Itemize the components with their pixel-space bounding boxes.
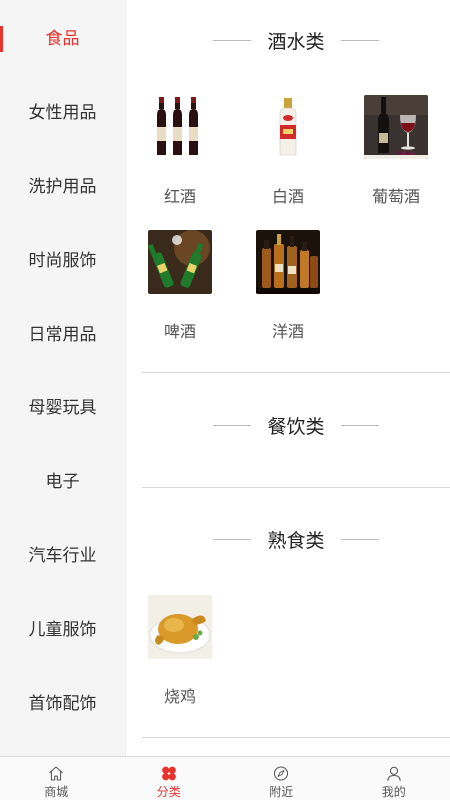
sidebar-item-women[interactable]: 女性用品 (0, 74, 125, 148)
tab-category[interactable]: 分类 (113, 757, 226, 800)
tab-mine[interactable]: 我的 (338, 757, 450, 800)
section-header-drinks: 酒水类 (142, 25, 450, 55)
tab-label: 附近 (269, 785, 294, 799)
product-baijiu[interactable]: 白酒 (238, 95, 338, 207)
sidebar-item-baby-toys[interactable]: 母婴玩具 (0, 369, 125, 443)
bottom-tab-bar: 商城 分类 附近 我的 (0, 756, 450, 800)
sidebar-item-label: 日常用品 (28, 324, 97, 345)
section-divider (142, 487, 450, 488)
sidebar-item-label: 儿童服饰 (28, 619, 97, 640)
divider-line (340, 538, 379, 540)
product-name: 红酒 (163, 187, 196, 206)
section-title: 熟食类 (267, 529, 325, 552)
sidebar-item-auto[interactable]: 汽车行业 (0, 517, 125, 591)
product-name: 啤酒 (163, 322, 196, 341)
tab-nearby[interactable]: 附近 (225, 757, 338, 800)
sidebar-item-kids-clothing[interactable]: 儿童服饰 (0, 590, 125, 664)
tab-label: 我的 (381, 785, 406, 799)
product-roast-chicken[interactable]: 烧鸡 (130, 595, 230, 707)
baijiu-image (256, 95, 320, 159)
sidebar-item-label: 首饰配饰 (28, 693, 97, 714)
category-sidebar: 食品 女性用品 洗护用品 时尚服饰 日常用品 母婴玩具 电子 汽车行业 儿童服饰… (0, 0, 126, 756)
divider-line (213, 424, 252, 426)
sidebar-item-label: 时尚服饰 (28, 250, 97, 271)
tab-label: 分类 (156, 785, 181, 799)
section-header-dining: 餐饮类 (142, 410, 450, 440)
divider-line (340, 424, 379, 426)
sidebar-item-label: 女性用品 (28, 103, 97, 124)
product-name: 烧鸡 (163, 687, 196, 706)
sidebar-item-label: 电子 (45, 472, 80, 493)
section-title: 餐饮类 (267, 415, 325, 438)
red-wine-image (148, 95, 212, 159)
sidebar-item-label: 汽车行业 (28, 545, 97, 566)
grape-wine-image (364, 95, 428, 159)
product-name: 洋酒 (271, 322, 304, 341)
sidebar-item-fashion[interactable]: 时尚服饰 (0, 221, 125, 295)
category-icon (161, 766, 176, 781)
product-red-wine[interactable]: 红酒 (130, 95, 230, 207)
divider-line (213, 538, 252, 540)
beer-image (148, 230, 212, 294)
sidebar-item-toiletries[interactable]: 洗护用品 (0, 148, 125, 222)
section-header-cooked-food: 熟食类 (142, 524, 450, 554)
category-content: 酒水类 红酒 白酒 葡萄酒 啤酒 洋酒 餐饮类 熟食类 烧鸡 (126, 0, 450, 756)
tab-mall[interactable]: 商城 (0, 757, 113, 800)
sidebar-item-label: 母婴玩具 (28, 398, 97, 419)
sidebar-item-jewelry[interactable]: 首饰配饰 (0, 664, 125, 738)
sidebar-item-food[interactable]: 食品 (0, 0, 125, 74)
product-name: 白酒 (271, 187, 304, 206)
compass-icon (274, 766, 289, 781)
user-icon (387, 766, 401, 781)
divider-line (213, 39, 252, 41)
sidebar-item-label: 洗护用品 (28, 176, 97, 197)
product-grape-wine[interactable]: 葡萄酒 (346, 95, 446, 207)
section-divider (142, 737, 450, 738)
section-divider (142, 372, 450, 373)
product-foreign-liquor[interactable]: 洋酒 (238, 230, 338, 342)
section-title: 酒水类 (267, 30, 325, 53)
home-icon (49, 766, 64, 781)
app: 食品 女性用品 洗护用品 时尚服饰 日常用品 母婴玩具 电子 汽车行业 儿童服饰… (0, 0, 450, 800)
product-name: 葡萄酒 (371, 187, 420, 206)
foreign-liquor-image (256, 230, 320, 294)
sidebar-item-daily[interactable]: 日常用品 (0, 295, 125, 369)
tab-label: 商城 (44, 785, 69, 799)
product-beer[interactable]: 啤酒 (130, 230, 230, 342)
divider-line (340, 39, 379, 41)
roast-chicken-image (148, 595, 212, 659)
sidebar-item-label: 食品 (45, 29, 80, 50)
sidebar-item-electronics[interactable]: 电子 (0, 443, 125, 517)
